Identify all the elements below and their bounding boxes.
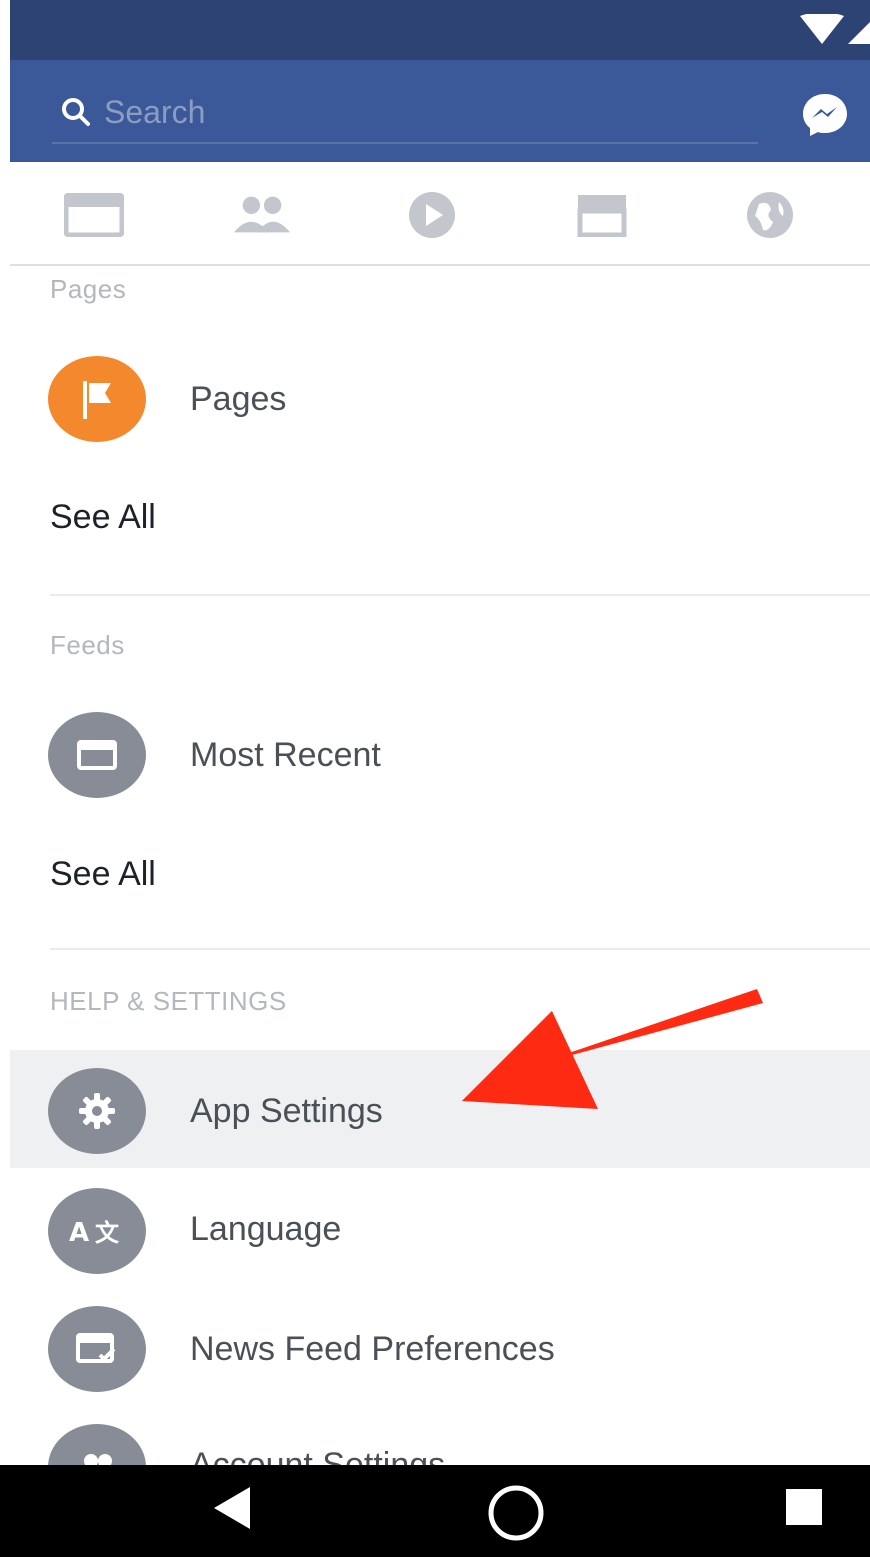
news-feed-preferences-item-icon [48, 1306, 146, 1392]
language-item-label[interactable]: Language [190, 1210, 341, 1249]
feeds-see-all-link[interactable]: See All [50, 855, 156, 894]
app-header [10, 60, 870, 162]
back-triangle-icon [214, 1487, 250, 1529]
recents-button[interactable] [782, 1483, 826, 1533]
news-feed-preferences-item-label[interactable]: News Feed Preferences [190, 1330, 555, 1369]
section-title-help-settings: HELP & SETTINGS [50, 986, 287, 1016]
feed-icon [77, 740, 117, 770]
tab-notifications[interactable] [740, 190, 800, 240]
app-settings-item-label[interactable]: App Settings [190, 1092, 383, 1131]
friends-icon [233, 196, 291, 233]
video-icon [409, 192, 455, 238]
tab-friends[interactable] [232, 190, 292, 240]
flag-icon [83, 381, 111, 419]
search-icon [62, 98, 90, 126]
tab-bar [10, 162, 870, 266]
most-recent-item-label[interactable]: Most Recent [190, 736, 381, 775]
section-title-pages: Pages [50, 274, 127, 304]
pages-item-label[interactable]: Pages [190, 380, 286, 419]
back-button[interactable] [210, 1483, 254, 1533]
wifi-signal-icon [800, 12, 870, 44]
app-settings-item-icon [48, 1068, 146, 1154]
svg-text:文: 文 [95, 1219, 120, 1247]
home-circle-icon [488, 1485, 544, 1541]
app-frame: Pages Pages See All Feeds Most Recent Se… [10, 0, 870, 1557]
tab-news-feed[interactable] [64, 190, 124, 240]
marketplace-icon [577, 195, 627, 237]
tab-video[interactable] [402, 190, 462, 240]
status-bar [10, 0, 870, 60]
language-icon: A 文 [69, 1218, 120, 1248]
android-navigation-bar [0, 1465, 870, 1557]
search-input[interactable] [102, 90, 746, 134]
divider [50, 594, 870, 596]
news-feed-icon [64, 193, 124, 237]
most-recent-item-icon [48, 712, 146, 798]
annotation-arrow-icon [462, 989, 763, 1109]
tab-marketplace[interactable] [572, 190, 632, 240]
recents-square-icon [786, 1489, 822, 1525]
news-feed-preferences-icon [76, 1333, 116, 1363]
notifications-globe-icon [747, 192, 793, 238]
messenger-icon[interactable] [800, 90, 850, 140]
pages-see-all-link[interactable]: See All [50, 498, 156, 537]
pages-item-icon [48, 356, 146, 442]
search-bar[interactable] [52, 82, 758, 144]
divider [50, 948, 870, 950]
svg-text:A: A [69, 1218, 89, 1248]
language-item-icon: A 文 [48, 1188, 146, 1274]
home-button[interactable] [486, 1483, 546, 1543]
gear-icon [79, 1093, 115, 1129]
section-title-feeds: Feeds [50, 630, 125, 660]
